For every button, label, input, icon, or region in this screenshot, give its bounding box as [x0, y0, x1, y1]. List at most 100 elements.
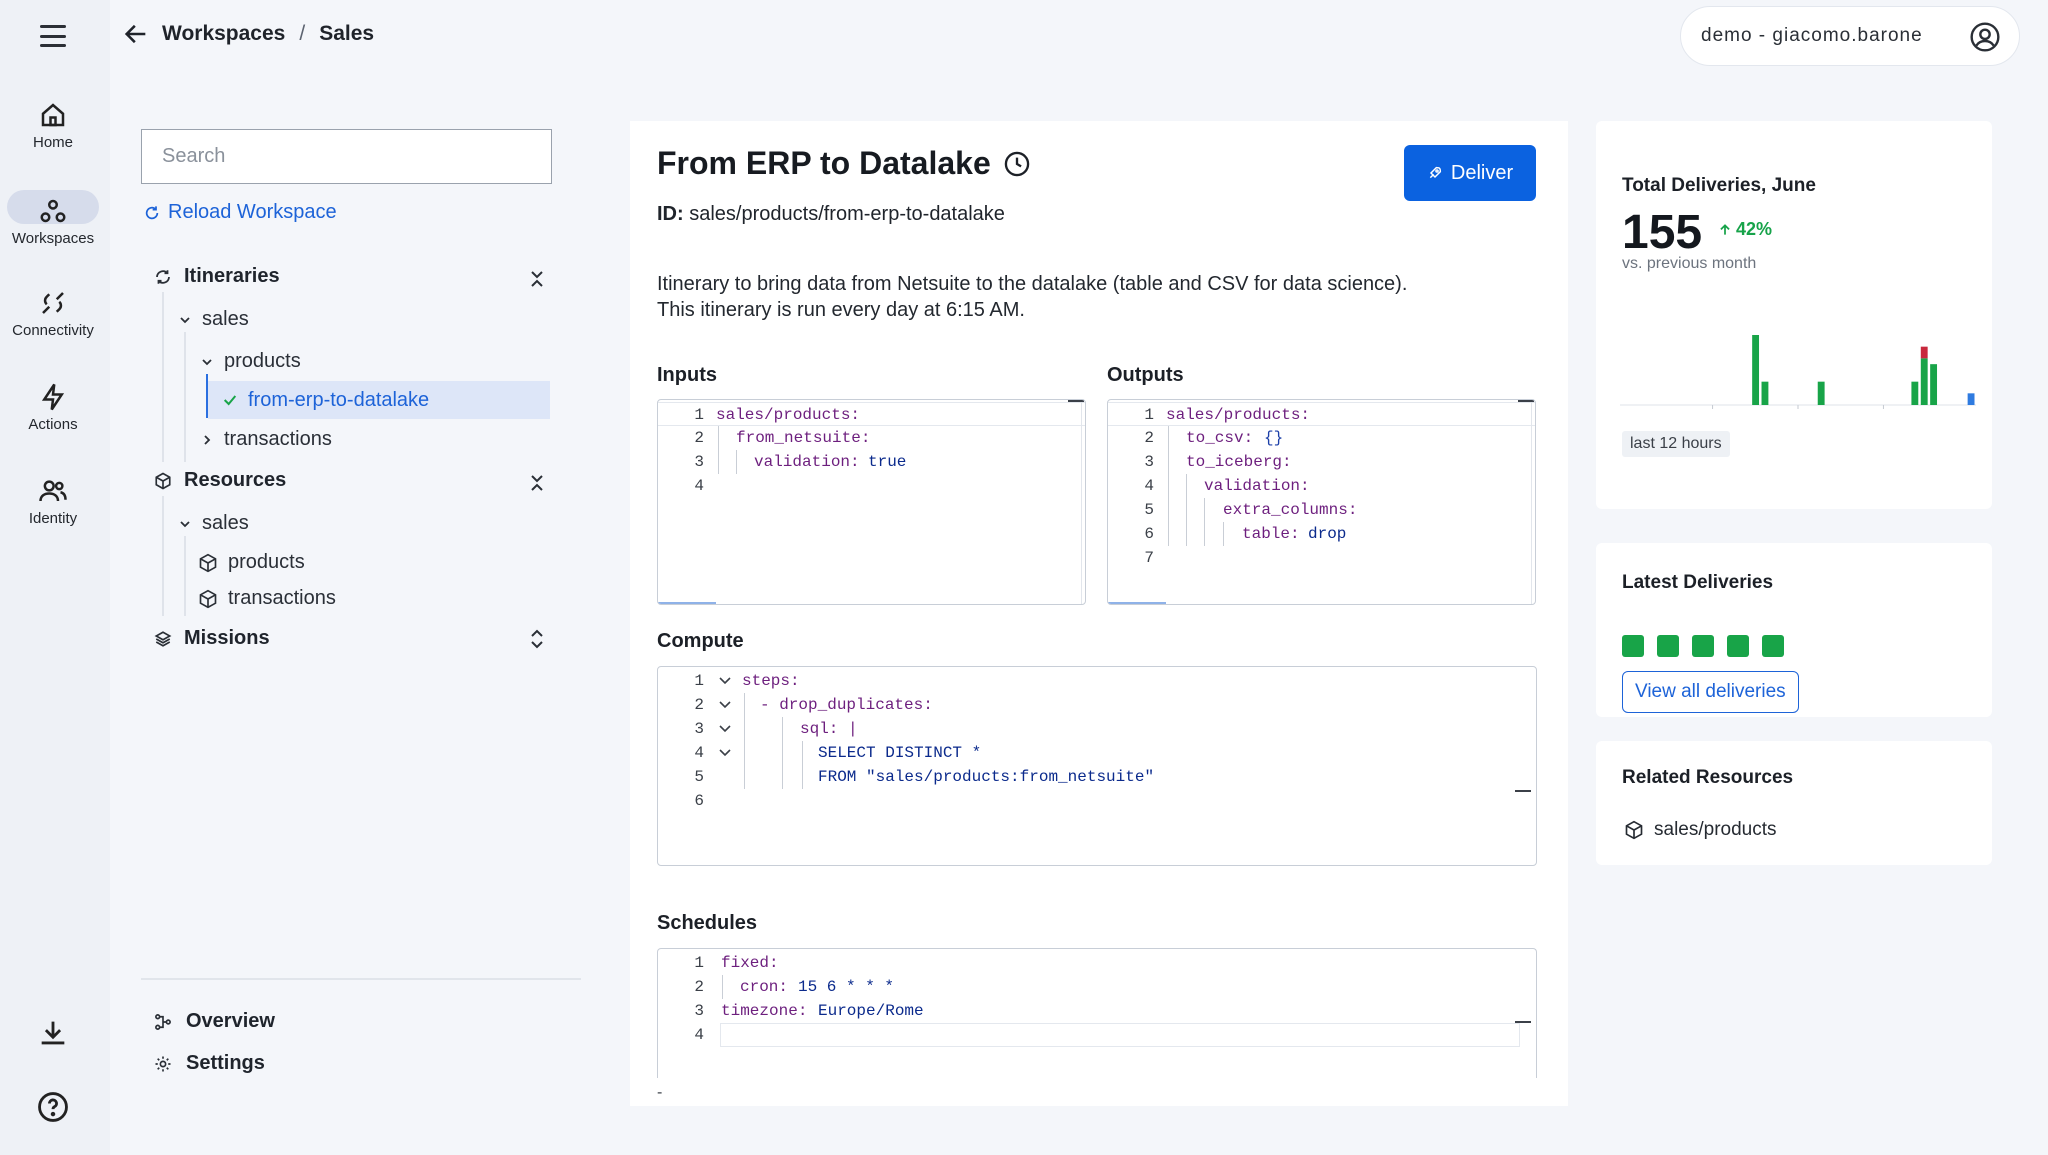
- code-text: sales/products:: [1166, 406, 1311, 424]
- section-missions[interactable]: Missions: [154, 627, 270, 650]
- workspaces-icon: [40, 199, 66, 223]
- tree-node-resources-products[interactable]: products: [198, 551, 305, 574]
- rail-label: Identity: [28, 510, 78, 527]
- deliver-label: Deliver: [1450, 161, 1514, 184]
- chart-bar[interactable]: [1911, 381, 1919, 405]
- related-item-label: sales/products: [1654, 819, 1777, 840]
- tree-node-from-erp-to-datalake[interactable]: from-erp-to-datalake: [208, 381, 550, 419]
- tree-node-resources-transactions[interactable]: transactions: [198, 587, 336, 610]
- scroll-indicator: [1515, 1021, 1531, 1023]
- scroll-indicator: [1068, 400, 1084, 402]
- rail-label: Home: [32, 134, 73, 151]
- tree-node-products[interactable]: products: [200, 350, 301, 373]
- code-text: SELECT DISTINCT *: [818, 744, 982, 762]
- delivery-status-ok[interactable]: [1692, 635, 1714, 657]
- collapse-icon[interactable]: [528, 472, 546, 494]
- download-icon[interactable]: [36, 1016, 70, 1050]
- code-text: validation:: [754, 453, 860, 471]
- settings-link[interactable]: Settings: [154, 1052, 265, 1075]
- view-all-label: View all deliveries: [1635, 681, 1786, 702]
- line-number: 4: [694, 744, 704, 762]
- line-number: 6: [1144, 525, 1154, 543]
- fold-chevron-icon[interactable]: [718, 674, 732, 688]
- section-resources[interactable]: Resources: [154, 469, 286, 492]
- tree-node-sales[interactable]: sales: [178, 308, 249, 331]
- overview-link[interactable]: Overview: [154, 1010, 275, 1033]
- delta-value: 42%: [1736, 219, 1773, 239]
- rail-item-connectivity[interactable]: Connectivity: [0, 288, 106, 339]
- tree-guide: [184, 332, 186, 462]
- scroll-indicator: [1515, 790, 1531, 792]
- back-arrow-icon[interactable]: [122, 20, 150, 48]
- line-number: 1: [694, 954, 704, 972]
- user-menu[interactable]: demo - giacomo.barone: [1680, 6, 2020, 66]
- chart-bar[interactable]: [1920, 358, 1928, 405]
- code-text: to_iceberg:: [1186, 453, 1292, 471]
- chevron-down-icon: [180, 316, 190, 323]
- latest-title: Latest Deliveries: [1622, 572, 1774, 593]
- rail-item-home[interactable]: Home: [0, 100, 106, 151]
- breadcrumb-workspaces[interactable]: Workspaces: [162, 22, 285, 46]
- chart-bar[interactable]: [1930, 364, 1938, 405]
- chart-bar[interactable]: [1967, 393, 1975, 405]
- scrollbar-track[interactable]: [1081, 400, 1082, 604]
- compute-editor[interactable]: 1 steps: 2 - drop_duplicates: 3 sql: | 4 SEL…: [657, 666, 1537, 866]
- editor-line: 3 validation: true: [658, 450, 1085, 474]
- horizontal-scroll[interactable]: [1108, 602, 1166, 604]
- code-text: steps:: [742, 672, 800, 690]
- clock-icon[interactable]: [1003, 150, 1031, 178]
- fold-chevron-icon[interactable]: [718, 746, 732, 760]
- tree-node-transactions[interactable]: transactions: [200, 428, 332, 451]
- tree-label: products: [224, 350, 301, 372]
- scrollbar-track[interactable]: [1531, 400, 1532, 604]
- tree-guide: [162, 292, 164, 462]
- delivery-status-ok[interactable]: [1727, 635, 1749, 657]
- code-text: fixed:: [721, 954, 779, 972]
- delivery-status-ok[interactable]: [1657, 635, 1679, 657]
- delivery-status-ok[interactable]: [1622, 635, 1644, 657]
- chart-bar[interactable]: [1817, 381, 1825, 405]
- horizontal-scroll[interactable]: [658, 602, 716, 604]
- indent-guide: [744, 693, 745, 789]
- indent-guide: [782, 717, 783, 789]
- page-title: From ERP to Datalake: [657, 145, 1031, 182]
- stats-title: Total Deliveries, June: [1622, 175, 1816, 196]
- section-title: Resources: [184, 469, 287, 491]
- description-line: Itinerary to bring data from Netsuite to…: [657, 273, 1408, 295]
- section-itineraries[interactable]: Itineraries: [154, 265, 280, 288]
- related-resource-link[interactable]: sales/products: [1624, 819, 1777, 841]
- outputs-editor[interactable]: 1 sales/products: 2 to_csv: {} 3 to_iceberg:…: [1107, 399, 1536, 605]
- rail-item-workspaces[interactable]: Workspaces: [0, 190, 106, 247]
- help-icon[interactable]: [36, 1090, 70, 1124]
- expand-icon[interactable]: [528, 628, 546, 650]
- code-text: - drop_duplicates:: [760, 696, 933, 714]
- tree-label: sales: [202, 512, 249, 534]
- chart-bar[interactable]: [1920, 346, 1928, 359]
- tree-node-resources-sales[interactable]: sales: [178, 512, 249, 535]
- fold-chevron-icon[interactable]: [718, 698, 732, 712]
- rail-item-identity[interactable]: Identity: [0, 476, 106, 527]
- chart-bar[interactable]: [1761, 381, 1769, 405]
- reload-workspace-button[interactable]: Reload Workspace: [144, 201, 337, 224]
- schedules-editor[interactable]: 1 fixed: 2 cron: 15 6 * * * 3 timezone: Europ…: [657, 948, 1537, 1078]
- line-number: 4: [1144, 477, 1154, 495]
- indent-guide: [736, 450, 737, 474]
- delivery-status-ok[interactable]: [1762, 635, 1784, 657]
- code-text: to_csv:: [1186, 429, 1254, 447]
- scroll-indicator: [1518, 400, 1534, 402]
- range-chip[interactable]: last 12 hours: [1622, 431, 1730, 457]
- menu-icon[interactable]: [34, 22, 72, 50]
- itinerary-id: ID: sales/products/from-erp-to-datalake: [657, 203, 1005, 226]
- search-input[interactable]: [141, 129, 552, 184]
- description: Itinerary to bring data from Netsuite to…: [657, 271, 1517, 323]
- tree-guide: [162, 496, 164, 616]
- fold-chevron-icon[interactable]: [718, 722, 732, 736]
- tree-label: transactions: [224, 428, 332, 450]
- view-all-deliveries-button[interactable]: View all deliveries: [1622, 671, 1799, 713]
- chart-bar[interactable]: [1752, 335, 1760, 405]
- collapse-icon[interactable]: [528, 268, 546, 290]
- rail-item-actions[interactable]: Actions: [0, 382, 106, 433]
- inputs-editor[interactable]: 1 sales/products: 2 from_netsuite: 3 valida…: [657, 399, 1086, 605]
- code-text: table:: [1242, 525, 1300, 543]
- deliver-button[interactable]: Deliver: [1404, 145, 1536, 201]
